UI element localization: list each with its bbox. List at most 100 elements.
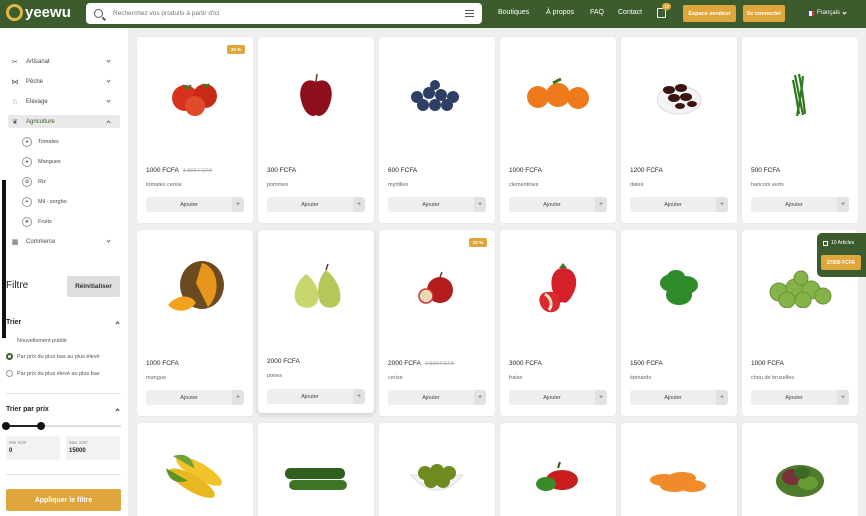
sidebar-item-commerce[interactable]: ▦ Commerce bbox=[8, 235, 120, 248]
product-card[interactable] bbox=[742, 423, 858, 516]
search-icon[interactable] bbox=[94, 9, 103, 18]
product-price: 600 FCFA bbox=[388, 167, 418, 174]
product-card[interactable]: 300 FCFA pommes Ajouter + bbox=[258, 37, 374, 223]
carrot-icon bbox=[621, 443, 737, 513]
add-to-cart-button[interactable]: Ajouter + bbox=[630, 197, 728, 212]
nav-contact[interactable]: Contact bbox=[618, 9, 642, 16]
cart-count-badge: 10 bbox=[662, 3, 672, 10]
add-to-cart-button[interactable]: Ajouter + bbox=[146, 197, 244, 212]
price-range-track[interactable] bbox=[6, 425, 121, 427]
product-name: fraise bbox=[509, 375, 523, 381]
add-to-cart-button[interactable]: Ajouter + bbox=[630, 390, 728, 405]
price-min-handle[interactable] bbox=[2, 422, 10, 430]
tomato-icon bbox=[137, 55, 253, 135]
plus-icon[interactable]: + bbox=[232, 197, 244, 212]
product-card[interactable] bbox=[137, 423, 253, 516]
cucumber-icon bbox=[258, 443, 374, 513]
add-to-cart-button[interactable]: Ajouter + bbox=[509, 197, 607, 212]
plus-icon[interactable]: + bbox=[716, 197, 728, 212]
add-to-cart-button[interactable]: Ajouter + bbox=[267, 197, 365, 212]
subcategory-tomates[interactable]: ● Tomates bbox=[22, 136, 59, 148]
product-price: 1000 FCFA bbox=[509, 167, 542, 174]
product-card[interactable] bbox=[258, 423, 374, 516]
search-input[interactable] bbox=[113, 10, 465, 17]
menu-icon[interactable] bbox=[465, 10, 474, 17]
chevron-down-icon bbox=[842, 9, 847, 15]
add-to-cart-button[interactable]: Ajouter + bbox=[751, 197, 849, 212]
plus-icon[interactable]: + bbox=[837, 197, 849, 212]
sidebar-item-elevage[interactable]: ♘ Elevage bbox=[8, 95, 120, 108]
subcategory-mil-sorgho[interactable]: ✦ Mil - sorgho bbox=[22, 196, 67, 208]
max-price-field[interactable]: Max XOF 15000 bbox=[66, 436, 120, 460]
plus-icon[interactable]: + bbox=[595, 197, 607, 212]
product-card[interactable]: 600 FCFA myrtilles Ajouter + bbox=[379, 37, 495, 223]
plus-icon[interactable]: + bbox=[474, 197, 486, 212]
plus-icon[interactable]: + bbox=[353, 197, 365, 212]
product-card[interactable]: 1000 FCFA clementines Ajouter + bbox=[500, 37, 616, 223]
sort-option-price-asc[interactable]: Par prix du plus bas au plus élevé bbox=[17, 354, 100, 360]
subcategory-riz[interactable]: ✿ Riz bbox=[22, 176, 46, 188]
old-price: 2 500 FCFA bbox=[424, 361, 455, 367]
apple-icon bbox=[258, 55, 374, 135]
logo[interactable]: yeewu bbox=[6, 4, 71, 21]
product-card[interactable]: 2000 FCFA poires Ajouter + bbox=[258, 230, 374, 413]
logo-mark-icon bbox=[6, 4, 23, 21]
add-to-cart-button[interactable]: Ajouter + bbox=[751, 390, 849, 405]
add-to-cart-button[interactable]: Ajouter + bbox=[146, 390, 244, 405]
language-selector[interactable]: Français bbox=[807, 9, 847, 16]
product-name: mangue bbox=[146, 375, 166, 381]
plus-icon[interactable]: + bbox=[837, 390, 849, 405]
add-to-cart-button[interactable]: Ajouter + bbox=[267, 389, 365, 404]
sidebar-item-peche[interactable]: ⋈ Pêche bbox=[8, 75, 120, 88]
plus-icon[interactable]: + bbox=[474, 390, 486, 405]
vendor-space-button[interactable]: Espace vendeur bbox=[683, 5, 736, 22]
top-navbar: yeewu Boutiques À propos FAQ Contact 10 … bbox=[0, 0, 866, 28]
product-card[interactable]: 20 % 2000 FCFA 2 500 FCFA cerise Ajouter + bbox=[379, 230, 495, 416]
product-card[interactable]: 1000 FCFA mangue Ajouter + bbox=[137, 230, 253, 416]
product-card[interactable]: 500 FCFA haricots verts Ajouter + bbox=[742, 37, 858, 223]
price-max-handle[interactable] bbox=[37, 422, 45, 430]
livestock-icon: ♘ bbox=[11, 98, 19, 106]
reset-button[interactable]: Réinitialiser bbox=[67, 276, 120, 297]
product-card[interactable]: 1200 FCFA dates Ajouter + bbox=[621, 37, 737, 223]
min-price-field[interactable]: Min XOF 0 bbox=[6, 436, 60, 460]
add-to-cart-button[interactable]: Ajouter + bbox=[388, 390, 486, 405]
nav-a-propos[interactable]: À propos bbox=[546, 9, 574, 16]
sort-option-newest[interactable]: Nouvellement publié bbox=[17, 338, 67, 344]
corn-icon bbox=[137, 443, 253, 513]
sidebar-item-artisanat[interactable]: ✂ Artisanat bbox=[8, 55, 120, 68]
product-card[interactable]: 3000 FCFA fraise Ajouter + bbox=[500, 230, 616, 416]
plus-icon[interactable]: + bbox=[595, 390, 607, 405]
product-card[interactable] bbox=[500, 423, 616, 516]
floating-cart[interactable]: 10 Articles 27500 FCFA bbox=[817, 233, 866, 277]
subcategory-mangues[interactable]: ● Mangues bbox=[22, 156, 61, 168]
subcategory-fruits[interactable]: ❀ Fruits bbox=[22, 216, 52, 228]
product-card[interactable]: 33 % 1000 FCFA 1 500 FCFA tomates cerise … bbox=[137, 37, 253, 223]
sort-option-price-desc[interactable]: Par prix du plus élevé au plus bas bbox=[17, 371, 100, 377]
price-filter-title: Trier par prix bbox=[6, 406, 49, 413]
nav-boutiques[interactable]: Boutiques bbox=[498, 9, 529, 16]
product-card[interactable] bbox=[621, 423, 737, 516]
spinach-icon bbox=[621, 248, 737, 328]
tomato-icon: ● bbox=[22, 137, 32, 147]
radio-price-asc[interactable] bbox=[6, 353, 13, 360]
shopping-bag-icon bbox=[823, 240, 828, 246]
nav-faq[interactable]: FAQ bbox=[590, 9, 604, 16]
product-card[interactable] bbox=[379, 423, 495, 516]
search-bar[interactable] bbox=[86, 3, 482, 24]
add-to-cart-button[interactable]: Ajouter + bbox=[388, 197, 486, 212]
sidebar-item-agriculture[interactable]: ❦ Agriculture bbox=[8, 115, 120, 128]
plus-icon[interactable]: + bbox=[716, 390, 728, 405]
product-price: 1000 FCFA bbox=[751, 360, 784, 367]
chevron-up-icon bbox=[106, 120, 111, 125]
plus-icon[interactable]: + bbox=[232, 390, 244, 405]
apply-filter-button[interactable]: Appliquer le filtre bbox=[6, 489, 121, 511]
radio-price-desc[interactable] bbox=[6, 370, 13, 377]
product-name: dates bbox=[630, 182, 644, 188]
add-to-cart-button[interactable]: Ajouter + bbox=[509, 390, 607, 405]
product-card[interactable]: 1500 FCFA épinards Ajouter + bbox=[621, 230, 737, 416]
product-price: 3000 FCFA bbox=[509, 360, 542, 367]
login-button[interactable]: Se connecter bbox=[743, 5, 785, 22]
cart-total[interactable]: 27500 FCFA bbox=[821, 255, 861, 270]
plus-icon[interactable]: + bbox=[353, 389, 365, 404]
